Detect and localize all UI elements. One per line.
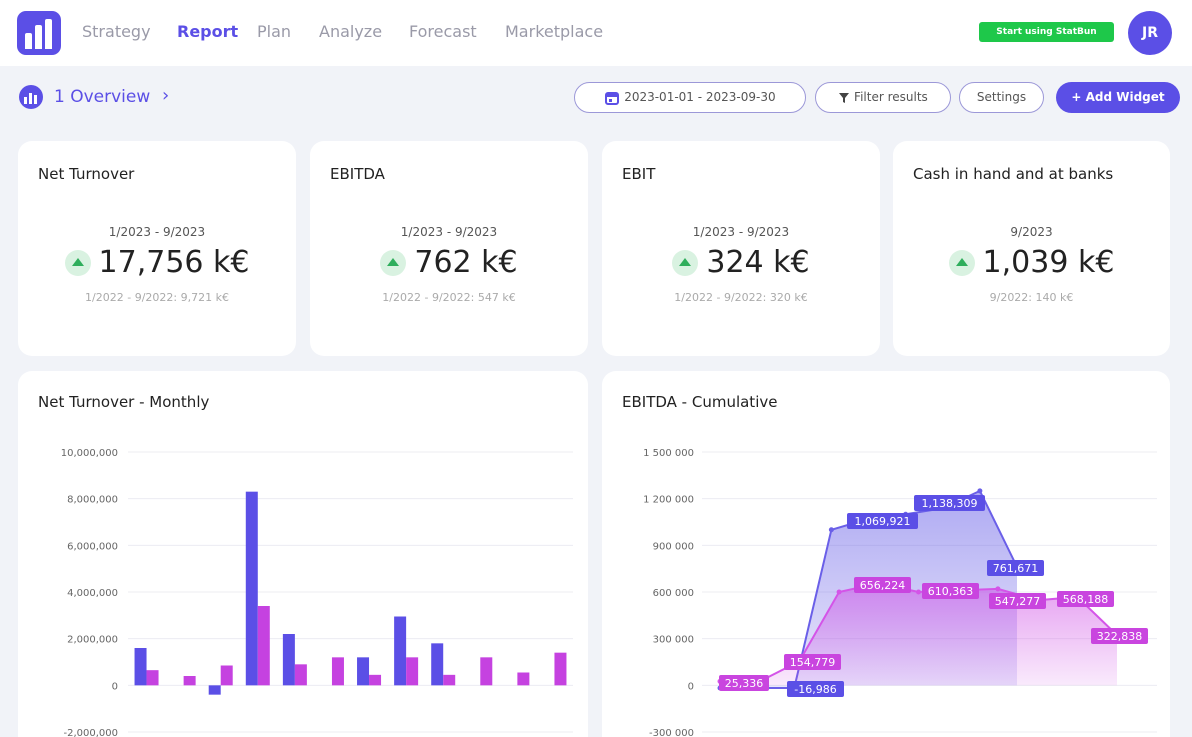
- data-label: -16,986: [794, 683, 836, 696]
- kpi-title: Cash in hand and at banks: [913, 165, 1114, 183]
- y-tick-label: -300 000: [649, 728, 694, 737]
- app-logo[interactable]: [17, 11, 61, 55]
- date-range-picker[interactable]: 2023-01-01 - 2023-09-30: [574, 82, 806, 113]
- y-tick-label: 0: [112, 681, 118, 692]
- kpi-title: Net Turnover: [38, 165, 135, 183]
- y-tick-label: 2,000,000: [67, 635, 118, 646]
- data-label: 568,188: [1063, 593, 1109, 606]
- kpi-title: EBIT: [622, 165, 656, 183]
- data-label: 322,838: [1097, 630, 1143, 643]
- bar[interactable]: [183, 676, 196, 686]
- filter-icon: [839, 92, 850, 103]
- kpi-card-net-turnover[interactable]: Net Turnover 1/2023 - 9/2023 17,756 k€ 1…: [18, 141, 296, 356]
- filter-results-button[interactable]: Filter results: [815, 82, 951, 113]
- kpi-value: 1,039 k€: [982, 245, 1115, 280]
- y-tick-label: 600 000: [653, 588, 694, 599]
- bar[interactable]: [208, 685, 221, 695]
- date-range-text: 2023-01-01 - 2023-09-30: [624, 90, 776, 104]
- bar[interactable]: [517, 672, 530, 686]
- kpi-value: 17,756 k€: [98, 245, 250, 280]
- nav-forecast[interactable]: Forecast: [409, 22, 477, 41]
- bar[interactable]: [331, 657, 344, 686]
- top-navigation: Strategy Report Plan Analyze Forecast Ma…: [0, 0, 1192, 66]
- calendar-icon: [605, 91, 620, 105]
- nav-analyze[interactable]: Analyze: [319, 22, 382, 41]
- data-label: 1,069,921: [855, 515, 911, 528]
- nav-strategy[interactable]: Strategy: [82, 22, 151, 41]
- data-point[interactable]: [977, 488, 983, 494]
- ebitda-area-chart: 1 500 000 1 200 000 900 000 600 000 300 000 0…: [643, 448, 1157, 737]
- bar[interactable]: [134, 648, 147, 686]
- trend-up-icon: [672, 249, 699, 276]
- y-tick-label: 10,000,000: [61, 448, 118, 459]
- kpi-value: 762 k€: [414, 245, 518, 280]
- user-avatar[interactable]: JR: [1128, 11, 1172, 55]
- y-tick-label: 1 500 000: [643, 448, 694, 459]
- chevron-right-icon[interactable]: ›: [162, 85, 169, 106]
- data-label: 656,224: [860, 579, 906, 592]
- nav-marketplace[interactable]: Marketplace: [505, 22, 603, 41]
- kpi-card-ebit[interactable]: EBIT 1/2023 - 9/2023 324 k€ 1/2022 - 9/2…: [602, 141, 880, 356]
- kpi-previous: 1/2022 - 9/2022: 320 k€: [674, 291, 808, 304]
- trend-up-icon: [948, 249, 975, 276]
- chart-card-ebitda-cumulative[interactable]: EBITDA - Cumulative 1 500 000 1 200 000 90…: [602, 371, 1170, 737]
- chart-card-net-turnover-monthly[interactable]: Net Turnover - Monthly 10,000,000 8,000,0…: [18, 371, 588, 737]
- kpi-card-ebitda[interactable]: EBITDA 1/2023 - 9/2023 762 k€ 1/2022 - 9…: [310, 141, 588, 356]
- filter-results-label: Filter results: [854, 90, 928, 104]
- bar[interactable]: [369, 674, 382, 686]
- data-label: 761,671: [993, 562, 1039, 575]
- kpi-period: 1/2023 - 9/2023: [108, 225, 206, 239]
- y-tick-label: 4,000,000: [67, 588, 118, 599]
- bar[interactable]: [220, 665, 233, 686]
- dashboard-title[interactable]: 1 Overview: [54, 87, 150, 107]
- kpi-previous: 9/2022: 140 k€: [989, 291, 1074, 304]
- bar[interactable]: [294, 664, 307, 686]
- y-tick-label: 8,000,000: [67, 495, 118, 506]
- settings-button[interactable]: Settings: [959, 82, 1044, 113]
- data-label: 1,138,309: [922, 497, 978, 510]
- bar[interactable]: [394, 616, 407, 686]
- kpi-previous: 1/2022 - 9/2022: 9,721 k€: [85, 291, 229, 304]
- bar[interactable]: [480, 657, 493, 686]
- data-point[interactable]: [828, 527, 834, 533]
- net-turnover-bar-chart: 10,000,000 8,000,000 6,000,000 4,000,000 2,0…: [61, 448, 573, 737]
- y-tick-label: 6,000,000: [67, 541, 118, 552]
- data-point[interactable]: [916, 589, 921, 595]
- y-tick-label: 300 000: [653, 635, 694, 646]
- bar[interactable]: [146, 670, 159, 686]
- bar[interactable]: [282, 634, 295, 686]
- add-widget-button[interactable]: + Add Widget: [1056, 82, 1180, 113]
- bar[interactable]: [443, 674, 456, 686]
- bar[interactable]: [431, 643, 444, 686]
- kpi-period: 9/2023: [1010, 225, 1053, 239]
- trend-up-icon: [380, 249, 407, 276]
- data-point[interactable]: [836, 589, 842, 595]
- data-label: 25,336: [725, 677, 764, 690]
- kpi-value: 324 k€: [706, 245, 810, 280]
- data-point[interactable]: [995, 586, 1001, 592]
- y-tick-label: 1 200 000: [643, 495, 694, 506]
- bar[interactable]: [357, 657, 370, 686]
- nav-report[interactable]: Report: [177, 22, 238, 41]
- dashboard-toolbar: 1 Overview › 2023-01-01 - 2023-09-30 Fil…: [0, 66, 1192, 130]
- kpi-title: EBITDA: [330, 165, 385, 183]
- bar[interactable]: [554, 652, 567, 686]
- dashboard-icon: [19, 85, 43, 109]
- bar[interactable]: [406, 657, 419, 686]
- data-label: 154,779: [790, 656, 836, 669]
- y-tick-label: 0: [688, 681, 694, 692]
- nav-plan[interactable]: Plan: [257, 22, 291, 41]
- start-using-button[interactable]: Start using StatBun: [979, 22, 1114, 42]
- bar[interactable]: [245, 491, 258, 686]
- bar[interactable]: [257, 606, 270, 686]
- kpi-previous: 1/2022 - 9/2022: 547 k€: [382, 291, 516, 304]
- kpi-period: 1/2023 - 9/2023: [692, 225, 790, 239]
- data-label: 547,277: [995, 595, 1041, 608]
- y-tick-label: 900 000: [653, 541, 694, 552]
- kpi-period: 1/2023 - 9/2023: [400, 225, 498, 239]
- y-tick-label: -2,000,000: [63, 728, 118, 737]
- data-label: 610,363: [928, 585, 974, 598]
- kpi-card-cash[interactable]: Cash in hand and at banks 9/2023 1,039 k…: [893, 141, 1170, 356]
- trend-up-icon: [64, 249, 91, 276]
